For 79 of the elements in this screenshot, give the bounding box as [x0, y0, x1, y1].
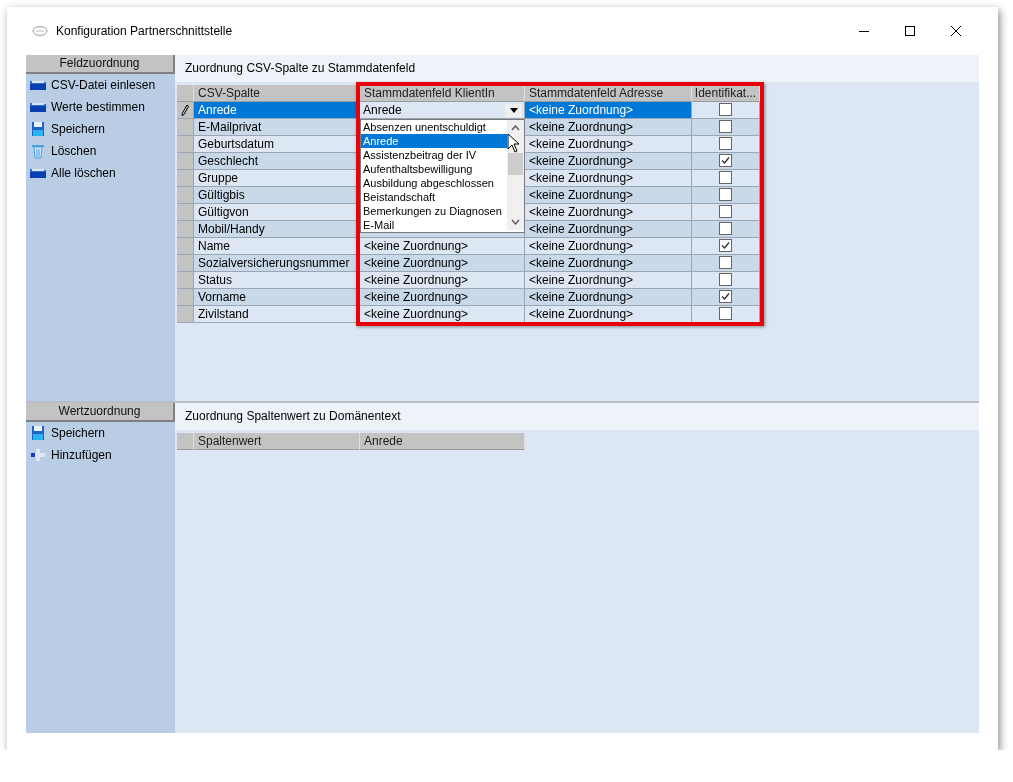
mouse-cursor-icon: [507, 133, 520, 153]
dropdown-item[interactable]: Bemerkungen zu Diagnosen: [361, 204, 507, 218]
checkbox[interactable]: [719, 154, 732, 168]
row-header: [177, 272, 194, 289]
row-header: [177, 204, 194, 221]
sidebar-header: Wertzuordnung: [26, 403, 175, 422]
table-cell: <keine Zuordnung>: [525, 204, 692, 221]
checkbox[interactable]: [719, 103, 732, 117]
app-icon: [32, 25, 48, 37]
row-header: [177, 433, 194, 450]
table-cell: <keine Zuordnung>: [525, 170, 692, 187]
column-header[interactable]: Spaltenwert: [194, 433, 360, 450]
checkbox[interactable]: [719, 120, 732, 134]
checkbox[interactable]: [719, 273, 732, 287]
sidebar-item[interactable]: Löschen: [26, 140, 175, 162]
sidebar-item[interactable]: Speichern: [26, 422, 175, 444]
row-header: [177, 153, 194, 170]
table-cell: <keine Zuordnung>: [525, 136, 692, 153]
row-header: [177, 136, 194, 153]
table-cell: <keine Zuordnung>: [525, 255, 692, 272]
table-cell: <keine Zuordnung>: [360, 289, 525, 306]
row-header: [177, 289, 194, 306]
row-header: [177, 238, 194, 255]
scrollbar[interactable]: [507, 120, 524, 230]
row-header: [177, 187, 194, 204]
sidebar-item[interactable]: Alle löschen: [26, 162, 175, 184]
save-icon: [31, 425, 45, 441]
table-cell: <keine Zuordnung>: [360, 238, 525, 255]
checkbox[interactable]: [719, 188, 732, 202]
row-header: [177, 221, 194, 238]
checkbox[interactable]: [719, 222, 732, 236]
trash-icon: [31, 143, 45, 159]
folder-icon: [29, 167, 47, 179]
table-cell: <keine Zuordnung>: [360, 272, 525, 289]
dropdown-item[interactable]: Aufenthaltsbewilligung: [361, 162, 507, 176]
table-cell: <keine Zuordnung>: [525, 187, 692, 204]
row-header: [177, 170, 194, 187]
dropdown-item[interactable]: Beistandschaft: [361, 190, 507, 204]
maximize-icon: [905, 26, 915, 36]
table-cell: <keine Zuordnung>: [525, 272, 692, 289]
column-header[interactable]: Anrede: [360, 433, 525, 450]
table-cell: <keine Zuordnung>: [525, 221, 692, 238]
checkbox[interactable]: [719, 137, 732, 151]
checkbox[interactable]: [719, 256, 732, 270]
window-title: Konfiguration Partnerschnittstelle: [56, 24, 234, 38]
table-cell: <keine Zuordnung>: [525, 153, 692, 170]
combo-box[interactable]: Anrede: [360, 102, 525, 119]
row-header: [177, 119, 194, 136]
dropdown-item[interactable]: Assistenzbeitrag der IV: [361, 148, 507, 162]
plus-icon: [30, 448, 46, 462]
sidebar-item[interactable]: Hinzufügen: [26, 444, 175, 466]
table-cell: <keine Zuordnung>: [525, 119, 692, 136]
checkbox[interactable]: [719, 290, 732, 304]
dropdown-item[interactable]: Anrede: [361, 134, 507, 148]
save-icon: [31, 121, 45, 137]
minimize-icon: [859, 30, 869, 32]
folder-icon: [29, 101, 47, 113]
table-cell: <keine Zuordnung>: [525, 102, 692, 119]
dropdown-item[interactable]: Absenzen unentschuldigt: [361, 120, 507, 134]
row-header: [177, 306, 194, 323]
panel-title: Zuordnung Spaltenwert zu Domänentext: [175, 403, 979, 430]
table-cell: <keine Zuordnung>: [525, 289, 692, 306]
row-header: [177, 85, 194, 102]
sidebar-item[interactable]: Speichern: [26, 118, 175, 140]
table-cell: <keine Zuordnung>: [360, 255, 525, 272]
sidebar-item[interactable]: CSV-Datei einlesen: [26, 74, 175, 96]
table-cell: <keine Zuordnung>: [525, 238, 692, 255]
checkbox[interactable]: [719, 205, 732, 219]
sidebar-header: Feldzuordnung: [26, 55, 175, 74]
row-header: [177, 255, 194, 272]
checkbox[interactable]: [719, 239, 732, 253]
dropdown-item[interactable]: E-Mail: [361, 218, 507, 232]
panel-title: Zuordnung CSV-Spalte zu Stammdatenfeld: [175, 55, 979, 82]
checkbox[interactable]: [719, 171, 732, 185]
dropdown-item[interactable]: Ausbildung abgeschlossen: [361, 176, 507, 190]
checkbox[interactable]: [719, 307, 732, 321]
sidebar-item[interactable]: Werte bestimmen: [26, 96, 175, 118]
folder-icon: [29, 79, 47, 91]
close-icon: [951, 26, 961, 36]
